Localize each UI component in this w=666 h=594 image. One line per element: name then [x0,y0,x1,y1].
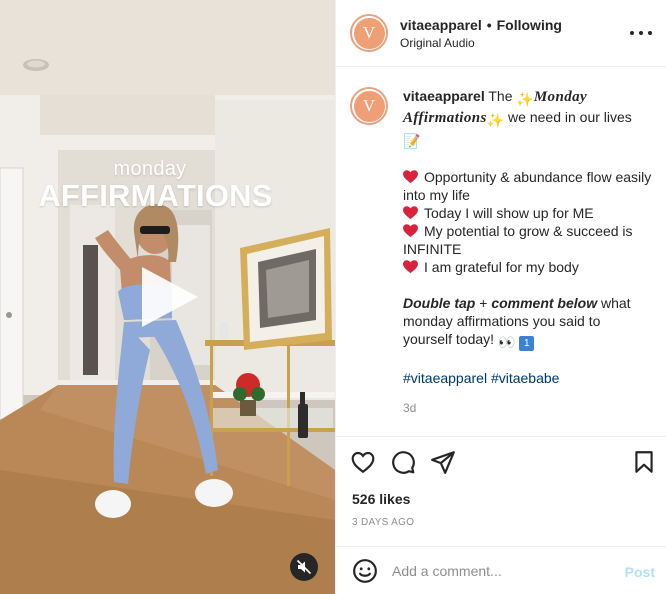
caption-username[interactable]: vitaeapparel [403,88,485,104]
post-button[interactable]: Post [625,564,655,580]
avatar-letter: V [362,23,376,42]
heart-icon[interactable] [350,449,376,475]
cta-double-tap: Double tap [403,295,476,311]
heart-emoji-icon [403,224,418,238]
affirmation-item: I am grateful for my body [403,258,652,276]
more-icon[interactable] [630,26,652,40]
cta-comment-below: comment below [491,295,598,311]
avatar-logo: V [353,90,385,122]
post-sidebar: V vitaeapparel • Following Original Audio … [335,0,666,594]
caption-section: V vitaeapparel The ✨Monday Affirmations✨… [336,67,666,437]
following-button[interactable]: Following [497,17,562,33]
avatar[interactable]: V [350,14,388,52]
comment-bar: Post [336,546,666,594]
mute-icon[interactable] [290,553,318,581]
eyes-emoji: 👀 [497,334,516,350]
bookmark-icon[interactable] [631,449,657,475]
affirmation-item: Opportunity & abundance flow easily into… [403,168,652,204]
keycap-one-icon: 1 [519,336,535,351]
heart-emoji-icon [403,206,418,220]
video-player[interactable]: monday AFFIRMATIONS [0,0,335,594]
affirmation-item: Today I will show up for ME [403,204,652,222]
affirmation-item: My potential to grow & succeed is INFINI… [403,222,652,258]
heart-emoji-icon [403,170,418,184]
action-bar [336,436,666,488]
caption-tail: we need in our lives [508,109,632,125]
post-header: V vitaeapparel • Following Original Audio [336,0,666,67]
audio-link[interactable]: Original Audio [400,36,562,50]
caption-text: vitaeapparel The ✨Monday Affirmations✨ w… [403,87,652,437]
separator-dot: • [486,16,492,33]
play-icon[interactable] [134,263,202,331]
comment-input[interactable] [392,562,607,579]
emoji-icon[interactable] [352,558,378,584]
affirmation-text: Opportunity & abundance flow easily into… [403,169,652,203]
affirmation-text: Today I will show up for ME [424,205,594,221]
overlay-text-affirmations: AFFIRMATIONS [38,178,273,213]
avatar-logo: V [353,17,385,49]
affirmation-text: I am grateful for my body [424,259,579,275]
hashtag-link[interactable]: #vitaebabe [491,370,560,386]
cta-plus: + [479,295,488,311]
caption-avatar[interactable]: V [350,87,388,125]
heart-emoji-icon [403,260,418,274]
memo-emoji: 📝 [403,133,421,149]
share-icon[interactable] [430,449,456,475]
post-age: 3d [403,401,417,415]
hashtag-link[interactable]: #vitaeapparel [403,370,487,386]
post: monday AFFIRMATIONS V vitaeapparel • Fol… [0,0,666,594]
avatar-letter: V [362,96,376,115]
sparkle-emoji: ✨ [486,112,505,128]
caption-cta: Double tap + comment below what monday a… [403,294,652,351]
affirmation-text: My potential to grow & succeed is INFINI… [403,223,633,257]
comment-icon[interactable] [390,449,416,475]
sparkle-emoji: ✨ [516,91,534,107]
post-date: 3 DAYS AGO [352,517,415,528]
header-text: vitaeapparel • Following Original Audio [400,17,562,50]
likes-count[interactable]: 526 likes [352,491,410,507]
caption-intro: The [488,88,513,104]
username-link[interactable]: vitaeapparel [400,17,482,33]
